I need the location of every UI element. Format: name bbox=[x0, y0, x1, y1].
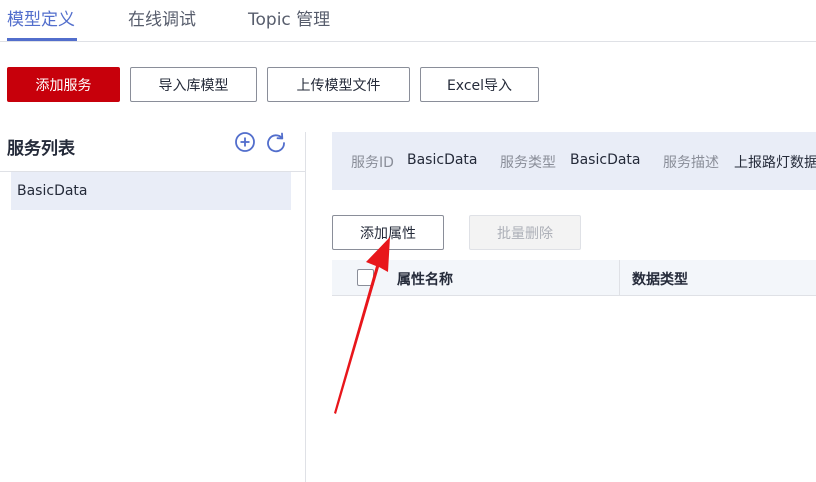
service-info-bar: 服务ID BasicData 服务类型 BasicData 服务描述 上报路灯数… bbox=[332, 132, 816, 190]
excel-import-button[interactable]: Excel导入 bbox=[420, 67, 539, 102]
service-type-value: BasicData bbox=[570, 152, 641, 168]
property-table-header: 属性名称 数据类型 bbox=[332, 260, 816, 296]
import-library-model-button[interactable]: 导入库模型 bbox=[130, 67, 257, 102]
service-list-item[interactable]: BasicData bbox=[11, 172, 291, 210]
batch-delete-button: 批量删除 bbox=[469, 215, 581, 250]
refresh-icon[interactable] bbox=[265, 131, 287, 153]
tab-model-definition[interactable]: 模型定义 bbox=[7, 5, 75, 30]
tab-topic-management[interactable]: Topic 管理 bbox=[248, 5, 330, 30]
service-list-title: 服务列表 bbox=[7, 139, 75, 159]
panel-divider bbox=[305, 132, 306, 482]
service-desc-value: 上报路灯数据 bbox=[734, 155, 816, 171]
column-data-type: 数据类型 bbox=[632, 272, 688, 288]
column-separator bbox=[619, 260, 620, 296]
service-desc-label: 服务描述 bbox=[663, 155, 719, 171]
select-all-checkbox[interactable] bbox=[357, 269, 374, 286]
column-property-name: 属性名称 bbox=[397, 272, 453, 288]
add-service-button[interactable]: 添加服务 bbox=[7, 67, 120, 102]
service-id-label: 服务ID bbox=[351, 155, 394, 171]
add-circle-icon[interactable] bbox=[234, 131, 256, 153]
tab-bar: 模型定义 在线调试 Topic 管理 bbox=[0, 0, 816, 42]
tab-online-debug[interactable]: 在线调试 bbox=[128, 5, 196, 30]
active-tab-indicator bbox=[7, 38, 77, 41]
service-id-value: BasicData bbox=[407, 152, 478, 168]
service-type-label: 服务类型 bbox=[500, 155, 556, 171]
add-property-button[interactable]: 添加属性 bbox=[332, 215, 444, 250]
upload-model-file-button[interactable]: 上传模型文件 bbox=[267, 67, 410, 102]
